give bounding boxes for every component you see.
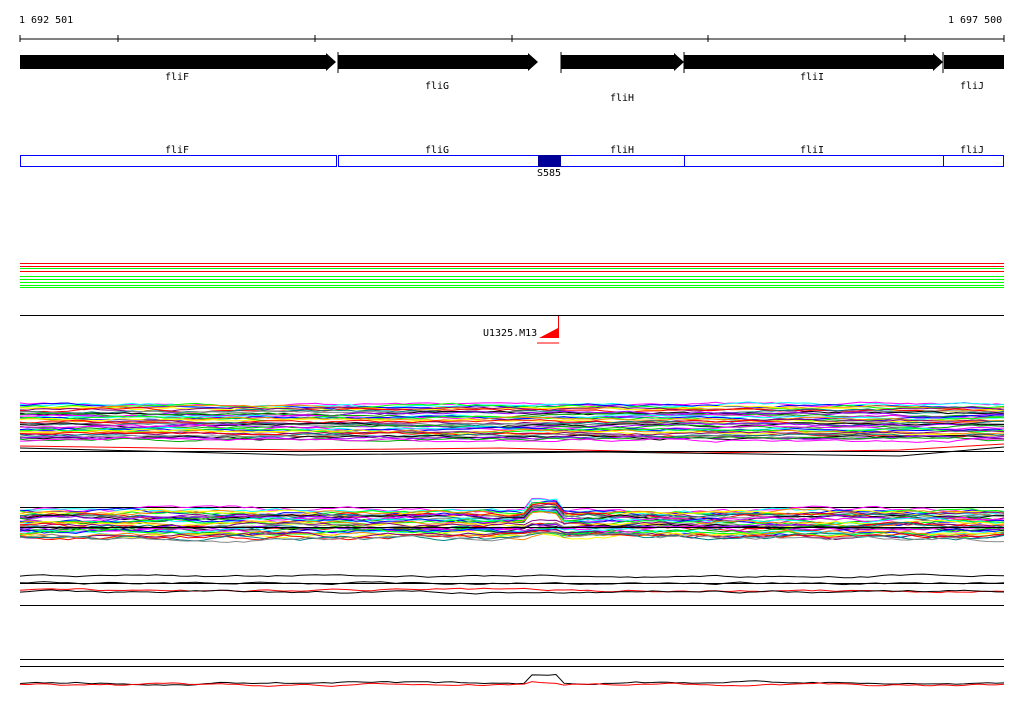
feature-label: fliI (800, 145, 824, 156)
feature-box-fliG-fliH[interactable] (338, 155, 685, 167)
gene-arrow-fliG[interactable] (338, 53, 538, 71)
feature-label: fliF (165, 145, 189, 156)
signal-line (19, 673, 1005, 686)
feature-marker-s585[interactable] (538, 155, 561, 167)
summary-track-2 (19, 659, 1005, 687)
signal-line (19, 501, 1005, 517)
feature-track[interactable]: fliF fliG fliH fliI fliJ S585 (20, 145, 1004, 179)
coordinate-ruler: 1 692 501 1 697 500 (19, 15, 1005, 42)
genome-browser-view: 1 692 501 1 697 500 fliF fliG fliH fliI … (19, 15, 1005, 687)
gene-label: fliF (165, 72, 189, 83)
feature-label: fliG (425, 145, 449, 156)
probe-marker[interactable] (539, 316, 559, 338)
probe-track[interactable]: U1325.M13 (20, 315, 1004, 344)
gene-arrow-fliH[interactable] (561, 53, 684, 71)
probe-label: U1325.M13 (483, 328, 537, 339)
expression-track-2 (19, 497, 1005, 543)
summary-track-1 (19, 573, 1005, 606)
gene-arrow-fliI[interactable] (684, 53, 943, 71)
gene-label: fliG (425, 81, 449, 92)
ruler-end-label: 1 697 500 (948, 15, 1002, 26)
feature-label: fliH (610, 145, 634, 156)
feature-label: fliJ (960, 145, 984, 156)
gene-label: fliH (610, 93, 634, 104)
feature-box-fliJ[interactable] (943, 155, 1004, 167)
gene-label: fliJ (960, 81, 984, 92)
flat-signal-track (20, 263, 1004, 288)
feature-marker-label: S585 (537, 168, 561, 179)
feature-box-fliF[interactable] (20, 155, 337, 167)
gene-label: fliI (800, 72, 824, 83)
feature-box-fliI[interactable] (684, 155, 944, 167)
signal-line (19, 573, 1005, 579)
signal-line (19, 681, 1005, 687)
ruler-start-label: 1 692 501 (19, 15, 73, 26)
expression-track-1 (19, 401, 1005, 457)
gene-arrow-fliF[interactable] (20, 53, 336, 71)
gene-track[interactable]: fliF fliG fliH fliI fliJ (20, 52, 1004, 104)
gene-arrow-fliJ[interactable] (944, 55, 1004, 69)
